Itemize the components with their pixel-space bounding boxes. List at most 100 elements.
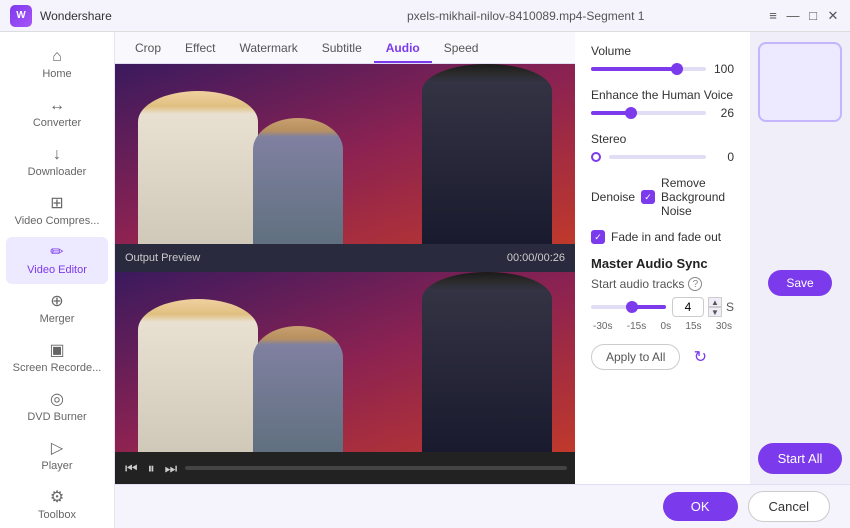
- stereo-track[interactable]: [609, 155, 706, 159]
- stereo-setting: Stereo 0: [591, 132, 734, 164]
- sidebar-item-merger[interactable]: ⊕ Merger: [6, 286, 108, 333]
- content-area: Crop Effect Watermark Subtitle Audio Spe…: [115, 32, 850, 528]
- sync-title: Master Audio Sync: [591, 256, 734, 271]
- video-controls: ⏮ ⏸ ⏭: [115, 452, 575, 484]
- ok-button[interactable]: OK: [663, 492, 738, 521]
- output-preview-bar: Output Preview 00:00/00:26: [115, 244, 575, 272]
- sidebar-item-downloader[interactable]: ↓ Downloader: [6, 139, 108, 186]
- video-bottom-preview: [115, 272, 575, 452]
- master-audio-sync: Master Audio Sync Start audio tracks ?: [591, 256, 734, 332]
- sync-tick-labels: -30s -15s 0s 15s 30s: [591, 321, 734, 332]
- sidebar-label-converter: Converter: [33, 117, 81, 129]
- right-panel: Save Start All: [750, 32, 850, 484]
- titlebar: W Wondershare pxels-mikhail-nilov-841008…: [0, 0, 850, 32]
- sidebar-item-dvd-burner[interactable]: ◎ DVD Burner: [6, 384, 108, 431]
- enhance-setting: Enhance the Human Voice 26: [591, 88, 734, 120]
- main-layout: ⌂ Home ↔ Converter ↓ Downloader ⊞ Video …: [0, 32, 850, 528]
- help-tooltip-icon[interactable]: ?: [688, 277, 702, 291]
- close-button[interactable]: ✕: [826, 9, 840, 23]
- denoise-label: Denoise: [591, 190, 635, 204]
- stereo-label: Stereo: [591, 132, 734, 146]
- remove-bg-checkbox[interactable]: ✓: [641, 190, 655, 204]
- tab-speed[interactable]: Speed: [432, 35, 491, 63]
- sidebar-item-home[interactable]: ⌂ Home: [6, 41, 108, 88]
- editor-dialog: Crop Effect Watermark Subtitle Audio Spe…: [115, 32, 850, 484]
- sync-unit: S: [726, 300, 734, 314]
- sidebar-label-editor: Video Editor: [27, 264, 87, 276]
- sidebar-label-compress: Video Compres...: [15, 215, 100, 227]
- sidebar-item-screen-recorder[interactable]: ▣ Screen Recorde...: [6, 335, 108, 382]
- person-2: [253, 118, 343, 244]
- sidebar-item-toolbox[interactable]: ⚙ Toolbox: [6, 482, 108, 528]
- sidebar-label-screen: Screen Recorde...: [13, 362, 102, 374]
- sync-label-15: 15s: [685, 321, 701, 332]
- cancel-button[interactable]: Cancel: [748, 491, 830, 522]
- sidebar-label-downloader: Downloader: [28, 166, 87, 178]
- video-frame-bottom: [115, 272, 575, 452]
- sync-stepper: ▲ ▼: [708, 297, 722, 317]
- sync-track[interactable]: [591, 305, 666, 309]
- sidebar-item-converter[interactable]: ↔ Converter: [6, 90, 108, 137]
- maximize-button[interactable]: □: [806, 9, 820, 23]
- volume-track[interactable]: [591, 67, 706, 71]
- player-icon: ▷: [51, 441, 63, 457]
- forward-button[interactable]: ⏭: [163, 458, 180, 479]
- start-all-button[interactable]: Start All: [758, 443, 842, 474]
- fade-checkbox[interactable]: ✓: [591, 230, 605, 244]
- sidebar-label-toolbox: Toolbox: [38, 509, 76, 521]
- merger-icon: ⊕: [50, 294, 63, 310]
- rewind-button[interactable]: ⏮: [123, 458, 140, 479]
- apply-all-button[interactable]: Apply to All: [591, 344, 680, 370]
- person-1: [138, 91, 258, 244]
- app-title: Wondershare: [40, 9, 399, 23]
- tab-subtitle[interactable]: Subtitle: [310, 35, 374, 63]
- sidebar-item-player[interactable]: ▷ Player: [6, 433, 108, 480]
- volume-setting: Volume 100: [591, 44, 734, 76]
- sync-value-input[interactable]: [672, 297, 704, 317]
- reset-button[interactable]: ↻: [688, 345, 712, 369]
- volume-value: 100: [714, 62, 734, 76]
- enhance-track[interactable]: [591, 111, 706, 115]
- minimize-button[interactable]: —: [786, 9, 800, 23]
- tab-watermark[interactable]: Watermark: [227, 35, 309, 63]
- sidebar-item-video-compress[interactable]: ⊞ Video Compres...: [6, 188, 108, 235]
- sync-label-neg30: -30s: [593, 321, 612, 332]
- output-preview-label: Output Preview: [125, 252, 200, 264]
- stereo-slider-row: 0: [591, 150, 734, 164]
- sync-slider-row: ▲ ▼ S: [591, 297, 734, 317]
- fade-label: Fade in and fade out: [611, 230, 721, 244]
- volume-label: Volume: [591, 44, 734, 58]
- sync-decrement-button[interactable]: ▼: [708, 307, 722, 317]
- dvd-icon: ◎: [50, 392, 64, 408]
- save-button[interactable]: Save: [768, 270, 831, 296]
- dialog-bottom-bar: OK Cancel: [115, 484, 850, 528]
- video-timestamp: 00:00/00:26: [507, 252, 565, 264]
- sidebar-label-player: Player: [41, 460, 72, 472]
- video-progress-bar[interactable]: [185, 466, 567, 470]
- enhance-thumb: [625, 107, 637, 119]
- stereo-value: 0: [714, 150, 734, 164]
- person-3b: [422, 272, 552, 452]
- action-row: Apply to All ↻: [591, 344, 734, 370]
- tab-audio[interactable]: Audio: [374, 35, 432, 63]
- editor-tabs: Crop Effect Watermark Subtitle Audio Spe…: [115, 32, 575, 64]
- menu-button[interactable]: ≡: [766, 9, 780, 23]
- sync-slider-area: ▲ ▼ S -30s -15s 0s 15s 30s: [591, 297, 734, 332]
- audio-settings-panel: Volume 100 Enhance the Human Voice: [575, 32, 750, 484]
- sidebar-label-dvd: DVD Burner: [27, 411, 86, 423]
- pause-button[interactable]: ⏸: [146, 458, 157, 479]
- compress-icon: ⊞: [50, 196, 63, 212]
- editor-icon: ✏: [50, 245, 63, 261]
- sync-label-0: 0s: [661, 321, 672, 332]
- converter-icon: ↔: [49, 98, 65, 114]
- tab-crop[interactable]: Crop: [123, 35, 173, 63]
- video-top-preview: [115, 64, 575, 244]
- convert-preview-box: [758, 42, 842, 122]
- sync-increment-button[interactable]: ▲: [708, 297, 722, 307]
- window-controls: ≡ — □ ✕: [766, 9, 840, 23]
- tab-effect[interactable]: Effect: [173, 35, 227, 63]
- denoise-row: Denoise ✓ Remove Background Noise: [591, 176, 734, 218]
- sidebar-item-video-editor[interactable]: ✏ Video Editor: [6, 237, 108, 284]
- sync-value-row: ▲ ▼ S: [672, 297, 734, 317]
- sync-label-neg15: -15s: [627, 321, 646, 332]
